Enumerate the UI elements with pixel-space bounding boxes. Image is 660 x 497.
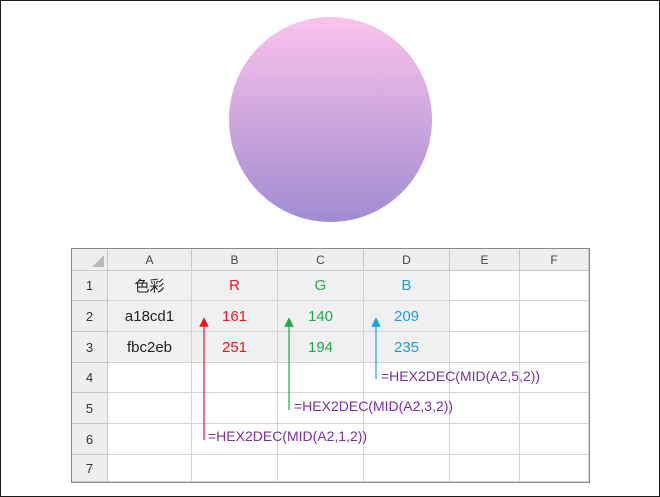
formula-b-label: =HEX2DEC(MID(A2,5,2)) [381,368,541,384]
arrow-overlay [199,317,381,440]
formula-g-label: =HEX2DEC(MID(A2,3,2)) [294,398,454,414]
formula-r-label: =HEX2DEC(MID(A2,1,2)) [208,428,368,444]
